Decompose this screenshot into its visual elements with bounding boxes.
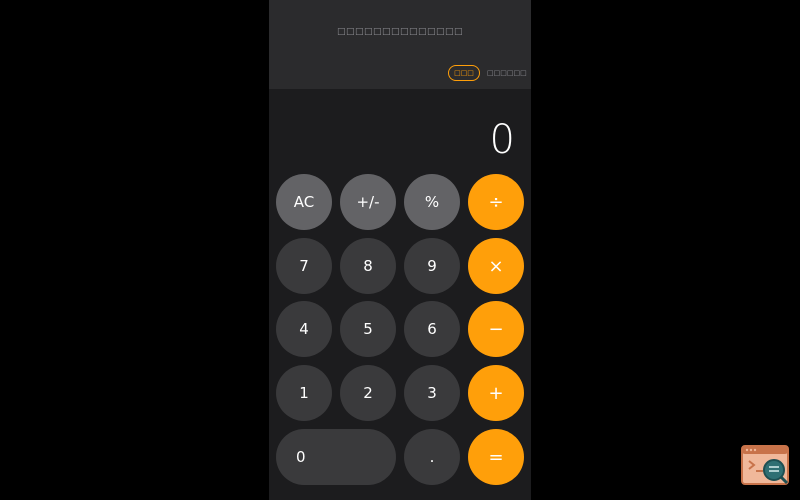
digit-2-button[interactable]: 2: [340, 365, 396, 421]
equals-button[interactable]: =: [468, 429, 524, 485]
add-button[interactable]: +: [468, 365, 524, 421]
tab-basic[interactable]: □□□: [448, 65, 480, 81]
toggle-sign-button[interactable]: +/-: [340, 174, 396, 230]
divide-button[interactable]: ÷: [468, 174, 524, 230]
digit-6-button[interactable]: 6: [404, 301, 460, 357]
decimal-button[interactable]: .: [404, 429, 460, 485]
result-display: 0: [489, 117, 515, 163]
clear-button[interactable]: AC: [276, 174, 332, 230]
digit-5-button[interactable]: 5: [340, 301, 396, 357]
app-header: □□□□□□□□□□□□□□ □□□ □□□□□□: [269, 0, 531, 89]
calculator-app: □□□□□□□□□□□□□□ □□□ □□□□□□ 0 AC +/- % ÷ 7…: [269, 0, 531, 500]
percent-button[interactable]: %: [404, 174, 460, 230]
digit-0-button[interactable]: 0: [276, 429, 396, 485]
app-title: □□□□□□□□□□□□□□: [336, 27, 464, 37]
digit-9-button[interactable]: 9: [404, 238, 460, 294]
subtract-button[interactable]: −: [468, 301, 524, 357]
multiply-button[interactable]: ×: [468, 238, 524, 294]
screen: □□□□□□□□□□□□□□ □□□ □□□□□□ 0 AC +/- % ÷ 7…: [0, 0, 800, 500]
digit-7-button[interactable]: 7: [276, 238, 332, 294]
tab-scientific[interactable]: □□□□□□: [487, 65, 527, 81]
digit-3-button[interactable]: 3: [404, 365, 460, 421]
digit-1-button[interactable]: 1: [276, 365, 332, 421]
digit-8-button[interactable]: 8: [340, 238, 396, 294]
terminal-search-logo-icon: [741, 445, 789, 485]
digit-4-button[interactable]: 4: [276, 301, 332, 357]
